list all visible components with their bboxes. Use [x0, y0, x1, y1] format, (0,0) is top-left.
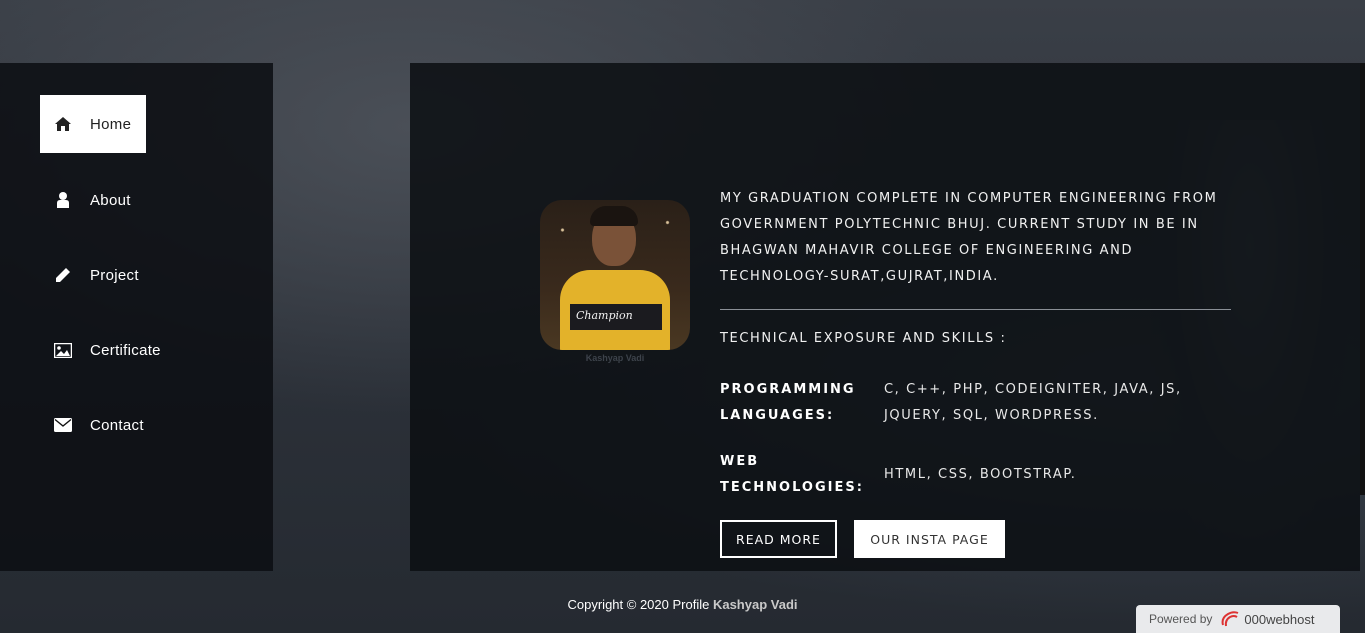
- profile-photo: Champion: [540, 200, 690, 350]
- copyright-text: Copyright © 2020 Profile: [567, 597, 710, 612]
- sidebar-item-home[interactable]: Home: [40, 95, 146, 153]
- about-paragraph: MY GRADUATION COMPLETE IN COMPUTER ENGIN…: [720, 191, 1218, 284]
- sidebar-item-label: Home: [90, 115, 132, 133]
- sidebar-item-label: Certificate: [90, 341, 161, 359]
- skill-value-web: HTML, CSS, BOOTSTRAP.: [884, 467, 1077, 482]
- home-icon: [54, 115, 72, 133]
- skill-value-programming: C, C++, PHP, CODEIGNITER, JAVA, JS, JQUE…: [884, 382, 1182, 423]
- sidebar-item-about[interactable]: About: [40, 171, 131, 229]
- powered-by-badge[interactable]: Powered by 000webhost: [1136, 605, 1340, 633]
- skill-label-web: WEB TECHNOLOGIES:: [720, 454, 864, 495]
- skills-heading: TECHNICAL EXPOSURE AND SKILLS :: [720, 331, 1007, 346]
- sidebar-item-project[interactable]: Project: [40, 246, 139, 304]
- sidebar-nav: Home About Project Certificate Contact: [0, 63, 273, 571]
- user-icon: [54, 191, 72, 209]
- sidebar-item-contact[interactable]: Contact: [40, 396, 144, 454]
- read-more-button[interactable]: READ MORE: [720, 520, 837, 558]
- scrollbar[interactable]: [1360, 63, 1365, 495]
- insta-page-button[interactable]: OUR INSTA PAGE: [854, 520, 1005, 558]
- image-icon: [54, 341, 72, 359]
- sidebar-item-label: About: [90, 191, 131, 209]
- author-link[interactable]: Kashyap Vadi: [713, 597, 798, 612]
- profile-caption: Kashyap Vadi: [585, 353, 645, 363]
- divider: [720, 309, 1231, 310]
- powered-by-label: Powered by: [1149, 612, 1213, 626]
- webhost-logo-icon: [1220, 610, 1240, 628]
- photo-hair: [590, 206, 638, 226]
- sidebar-item-certificate[interactable]: Certificate: [40, 321, 161, 379]
- envelope-icon: [54, 416, 72, 434]
- webhost-name: 000webhost: [1244, 611, 1315, 627]
- skill-label-programming: PROGRAMMING LANGUAGES:: [720, 382, 856, 423]
- sidebar-item-label: Contact: [90, 416, 144, 434]
- photo-shirt-brand: Champion: [576, 309, 633, 322]
- pencil-icon: [54, 266, 72, 284]
- sidebar-item-label: Project: [90, 266, 139, 284]
